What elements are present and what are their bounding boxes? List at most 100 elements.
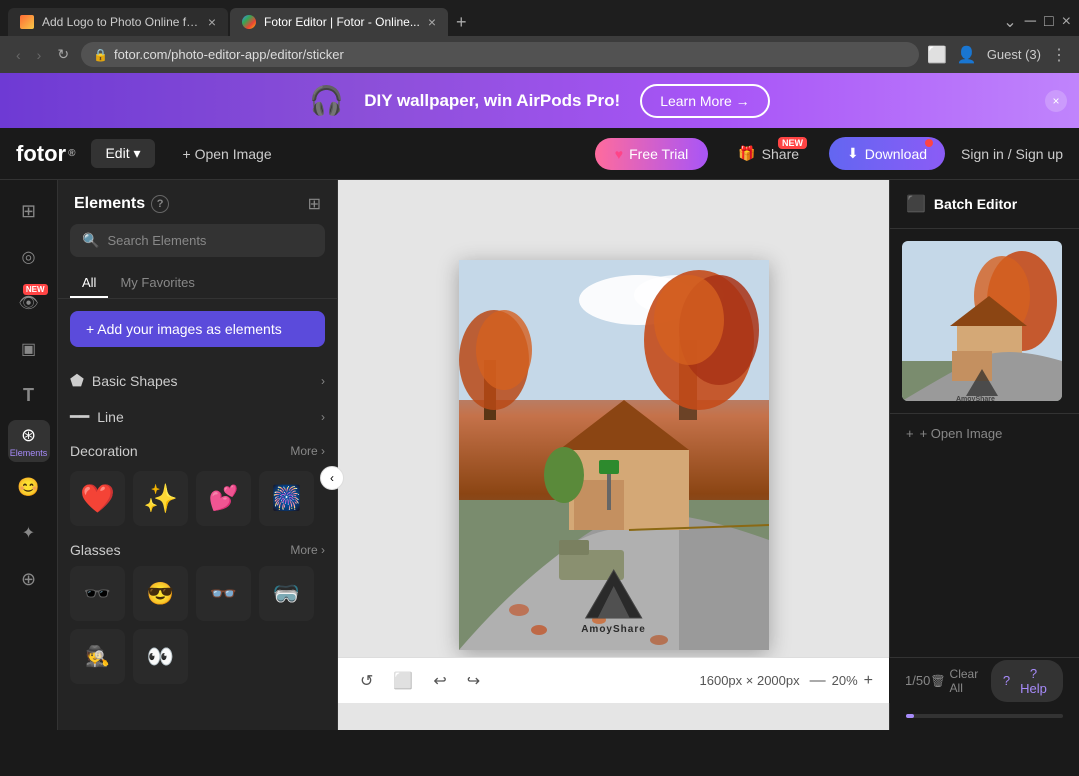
batch-editor-header: ⬛ Batch Editor bbox=[890, 180, 1079, 229]
free-trial-button[interactable]: ♥ Free Trial bbox=[595, 138, 708, 170]
minimize-icon[interactable]: ─ bbox=[1025, 13, 1036, 31]
cast-icon[interactable]: ⬜ bbox=[927, 45, 947, 65]
sidebar-item-frames[interactable]: ▣ bbox=[8, 328, 50, 370]
glasses-item-6[interactable]: 👀 bbox=[133, 629, 188, 684]
tab-bar: Add Logo to Photo Online for... × Fotor … bbox=[0, 0, 1079, 36]
sidebar-item-beauty[interactable]: ◎ bbox=[8, 236, 50, 278]
tab-1[interactable]: Add Logo to Photo Online for... × bbox=[8, 8, 228, 36]
menu-icon[interactable]: ⋮ bbox=[1051, 45, 1067, 65]
sidebar-item-text[interactable]: T bbox=[8, 374, 50, 416]
guest-label: Guest (3) bbox=[987, 47, 1041, 62]
progress-bar bbox=[906, 714, 1063, 718]
decoration-more-link[interactable]: More › bbox=[290, 444, 325, 458]
new-tab-button[interactable]: + bbox=[450, 12, 473, 33]
redo-button[interactable]: ↪ bbox=[461, 667, 486, 695]
decoration-item-1[interactable]: ❤️ bbox=[70, 471, 125, 526]
basic-shapes-arrow[interactable]: › bbox=[321, 374, 325, 388]
thumbnail-image[interactable]: AmoyShare bbox=[902, 241, 1062, 401]
address-bar[interactable]: 🔒 fotor.com/photo-editor-app/editor/stic… bbox=[81, 42, 919, 67]
back-button[interactable]: ‹ bbox=[12, 45, 25, 65]
open-image-right-button[interactable]: + + Open Image bbox=[890, 413, 1079, 453]
basic-shapes-section-header: ⬟ Basic Shapes › bbox=[58, 363, 337, 399]
batch-editor-icon: ⬛ bbox=[906, 194, 926, 214]
open-image-button[interactable]: + Open Image bbox=[171, 140, 284, 168]
zoom-in-button[interactable]: + bbox=[864, 672, 873, 690]
search-input[interactable] bbox=[107, 233, 313, 248]
stickers-icon: 😊 bbox=[17, 477, 39, 498]
close-browser-icon[interactable]: × bbox=[1062, 13, 1071, 31]
help-button[interactable]: ? ? Help bbox=[991, 660, 1063, 702]
basic-shapes-title[interactable]: ⬟ Basic Shapes bbox=[70, 371, 178, 391]
sidebar-item-filter[interactable]: ⊞ bbox=[8, 190, 50, 232]
app-header: fotor® Edit ▾ + Open Image ♥ Free Trial … bbox=[0, 128, 1079, 180]
line-icon: ━━ bbox=[70, 407, 89, 427]
rotate-tool-button[interactable]: ↺ bbox=[354, 667, 379, 695]
line-title[interactable]: ━━ Line bbox=[70, 407, 124, 427]
glasses-title: Glasses bbox=[70, 542, 121, 558]
sidebar-item-stickers[interactable]: 😊 bbox=[8, 466, 50, 508]
share-icon: 🎁 bbox=[738, 145, 755, 162]
glasses-item-5[interactable]: 🕵️ bbox=[70, 629, 125, 684]
panel-header: Elements ? ⊞ bbox=[58, 180, 337, 224]
sidebar-item-eye[interactable]: 👁 NEW bbox=[8, 282, 50, 324]
plus-icon: + bbox=[906, 426, 914, 441]
glasses-item-1[interactable]: 🕶️ bbox=[70, 566, 125, 621]
canvas-image: AmoyShare bbox=[459, 260, 769, 650]
add-images-button[interactable]: + Add your images as elements bbox=[70, 311, 325, 347]
tab-1-favicon bbox=[20, 15, 34, 29]
sidebar-item-effects[interactable]: ✦ bbox=[8, 512, 50, 554]
tab-2[interactable]: Fotor Editor | Fotor - Online... × bbox=[230, 8, 448, 36]
help-icon-button[interactable]: ? bbox=[151, 195, 169, 213]
zoom-out-button[interactable]: — bbox=[810, 672, 826, 690]
banner-text: DIY wallpaper, win AirPods Pro! bbox=[364, 91, 620, 111]
edit-button[interactable]: Edit ▾ bbox=[91, 139, 154, 168]
refresh-button[interactable]: ↻ bbox=[53, 44, 73, 65]
tab-2-favicon bbox=[242, 15, 256, 29]
grid-view-icon[interactable]: ⊞ bbox=[308, 194, 321, 214]
banner-close-button[interactable]: × bbox=[1045, 90, 1067, 112]
tab-all[interactable]: All bbox=[70, 269, 108, 298]
share-button[interactable]: 🎁 Share NEW bbox=[724, 139, 813, 168]
glasses-more-link[interactable]: More › bbox=[290, 543, 325, 557]
tab-list-icon[interactable]: ⌄ bbox=[1003, 12, 1016, 32]
tab-2-close[interactable]: × bbox=[428, 14, 436, 30]
download-button[interactable]: ⬇ Download bbox=[829, 137, 945, 170]
glasses-grid: 🕶️ 😎 👓 🥽 🕵️ 👀 bbox=[70, 566, 325, 684]
glasses-item-2[interactable]: 😎 bbox=[133, 566, 188, 621]
logo-sup: ® bbox=[68, 148, 75, 159]
glasses-item-4[interactable]: 🥽 bbox=[259, 566, 314, 621]
sidebar-item-elements[interactable]: ⊛ Elements bbox=[8, 420, 50, 462]
canvas-area[interactable]: AmoyShare bbox=[338, 180, 889, 730]
forward-button[interactable]: › bbox=[33, 45, 46, 65]
line-arrow[interactable]: › bbox=[321, 410, 325, 424]
decoration-item-2[interactable]: ✨ bbox=[133, 471, 188, 526]
url-text: fotor.com/photo-editor-app/editor/sticke… bbox=[114, 47, 907, 62]
restore-icon[interactable]: □ bbox=[1044, 13, 1054, 31]
decoration-item-3[interactable]: 💕 bbox=[196, 471, 251, 526]
undo-button[interactable]: ↩ bbox=[427, 667, 452, 695]
glasses-item-3[interactable]: 👓 bbox=[196, 566, 251, 621]
learn-more-button[interactable]: Learn More → bbox=[640, 84, 769, 118]
batch-editor-title: Batch Editor bbox=[934, 196, 1017, 212]
signin-button[interactable]: Sign in / Sign up bbox=[961, 146, 1063, 162]
more-icon: ⊕ bbox=[21, 569, 36, 590]
svg-text:AmoyShare: AmoyShare bbox=[956, 396, 995, 401]
thumbnail-area: AmoyShare bbox=[890, 229, 1079, 413]
account-icon[interactable]: 👤 bbox=[957, 45, 977, 65]
panel-collapse-arrow[interactable]: ‹ bbox=[320, 466, 344, 490]
tab-1-close[interactable]: × bbox=[208, 14, 216, 30]
clear-all-button[interactable]: 🗑 Clear All bbox=[930, 667, 991, 695]
sidebar-item-more[interactable]: ⊕ bbox=[8, 558, 50, 600]
zoom-level: 20% bbox=[832, 673, 858, 688]
bottom-toolbar: ↺ ⬜ ↩ ↪ 1600px × 2000px — 20% + bbox=[338, 657, 889, 703]
tab-favorites[interactable]: My Favorites bbox=[108, 269, 206, 298]
tab-1-label: Add Logo to Photo Online for... bbox=[42, 15, 200, 29]
flip-tool-button[interactable]: ⬜ bbox=[387, 667, 419, 695]
download-notification-dot bbox=[925, 139, 933, 147]
zoom-controls: — 20% + bbox=[810, 672, 873, 690]
heart-icon: ♥ bbox=[615, 146, 623, 162]
filter-icon: ⊞ bbox=[21, 201, 36, 222]
decoration-item-4[interactable]: 🎆 bbox=[259, 471, 314, 526]
bottom-tools: ↺ ⬜ ↩ ↪ bbox=[354, 667, 486, 695]
panel-title: Elements ? bbox=[74, 195, 169, 213]
